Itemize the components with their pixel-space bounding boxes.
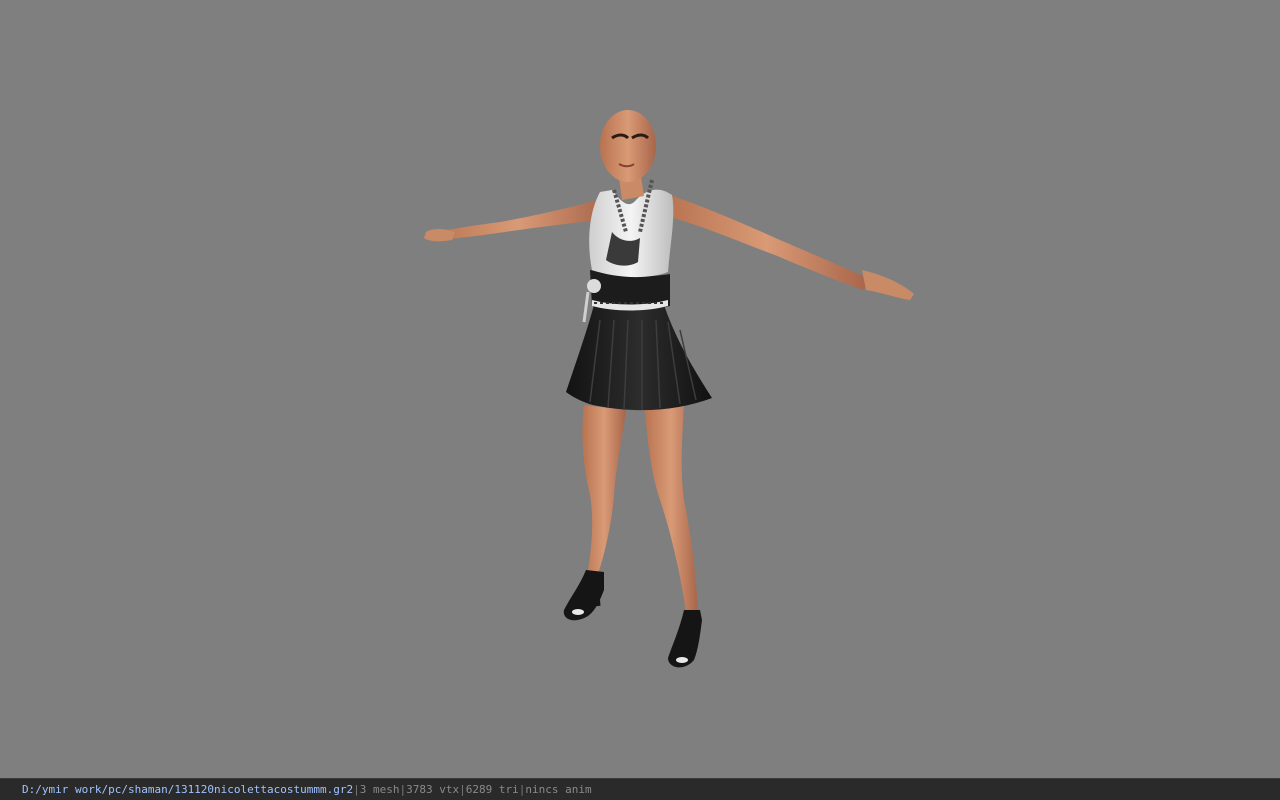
mesh-count: 3 mesh: [359, 783, 400, 796]
triangle-count: 6289 tri: [465, 783, 519, 796]
animation-status: nincs anim: [525, 783, 592, 796]
3d-viewport[interactable]: [0, 0, 1280, 778]
head: [600, 110, 656, 200]
left-arm: [424, 198, 610, 242]
separator: |: [518, 783, 526, 796]
shoes: [563, 570, 702, 668]
character-model: [424, 110, 914, 668]
vertex-count: 3783 vtx: [406, 783, 460, 796]
separator: |: [353, 783, 360, 796]
status-bar: D:/ymir work/pc/shaman/131120nicolettaco…: [0, 778, 1280, 800]
file-path: D:/ymir work/pc/shaman/131120nicolettaco…: [22, 783, 354, 796]
right-arm: [666, 196, 914, 300]
separator: |: [459, 783, 466, 796]
separator: |: [399, 783, 407, 796]
pleated-skirt: [566, 305, 712, 411]
